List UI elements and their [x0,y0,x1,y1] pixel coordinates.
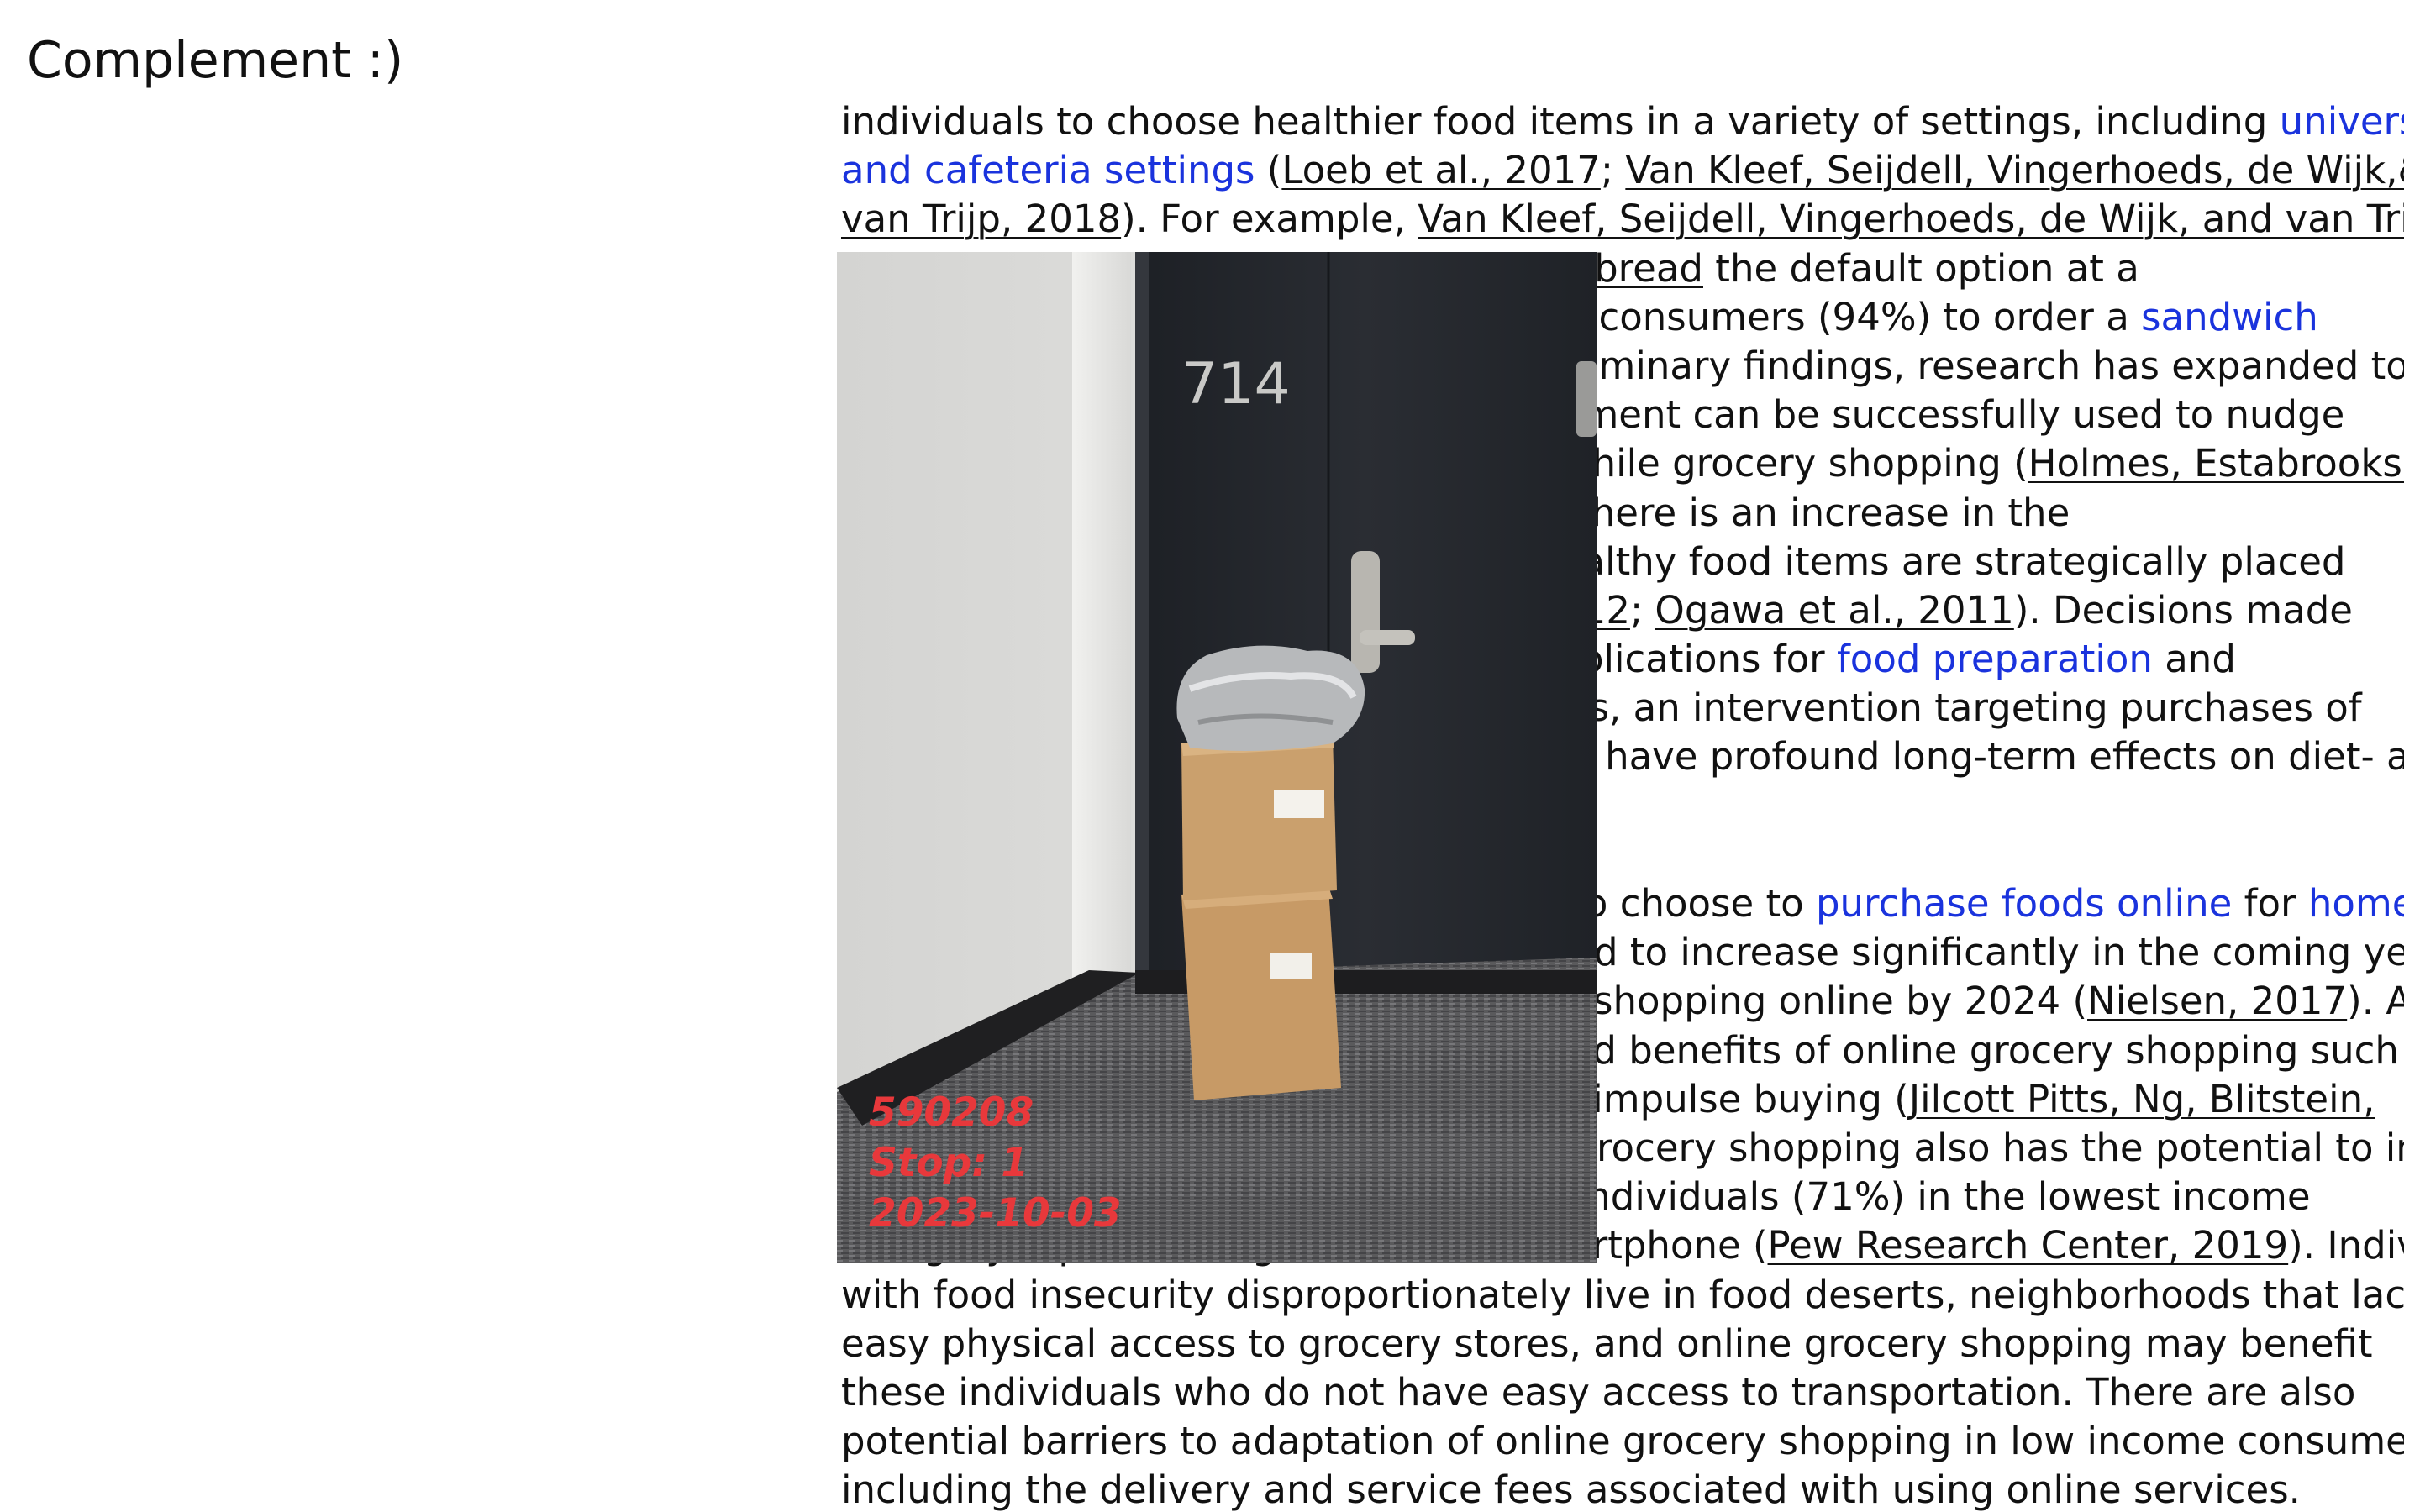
article-line: with food insecurity disproportionately … [841,1271,2404,1320]
article-text: and [2152,637,2236,682]
citation-link[interactable]: Van Kleef, Seijdell, Vingerhoeds, de Wij… [1625,148,2404,192]
article-text: ). A [2347,979,2404,1024]
glossary-link[interactable]: and cafeteria settings [841,148,1255,192]
citation-link[interactable]: van Trijp, 2018 [841,197,1121,241]
glossary-link[interactable]: purchase foods online [1816,881,2232,926]
citation-link[interactable]: Jilcott Pitts, Ng, Blitstein, [1909,1077,2375,1121]
article-text: with food insecurity disproportionately … [841,1272,2404,1317]
glossary-link[interactable]: sandwich [2141,295,2318,339]
citation-link[interactable]: Holmes, Estabrooks, [2028,441,2404,486]
article-text: these individuals who do not have easy a… [841,1369,2356,1415]
photo-stamp-stop: Stop: 1 [869,1140,1028,1186]
citation-link[interactable]: Loeb et al., 2017 [1281,148,1601,192]
article-text: for [2232,881,2308,926]
article-text: potential barriers to adaptation of onli… [841,1419,2404,1464]
photo-stamp-date: 2023-10-03 [869,1190,1122,1236]
article-text: ( [1255,148,1282,193]
article-text: easy physical access to grocery stores, … [841,1320,2373,1366]
citation-link[interactable]: Pew Research Center, 2019 [1768,1223,2289,1268]
page-title: Complement :) [27,31,404,90]
delivery-photo-image: 714 590208 Stop: 1 2023-10-03 [837,252,1597,1263]
article-text: individuals to choose healthier food ite… [841,99,2280,144]
article-line: these individuals who do not have easy a… [841,1368,2404,1417]
citation-link[interactable]: Nielsen, 2017 [2087,979,2347,1023]
delivery-photo: 714 590208 Stop: 1 2023-10-03 [837,252,1597,1263]
glossary-link[interactable]: home delivery [2308,881,2404,926]
article-line: including the delivery and service fees … [841,1466,2404,1512]
article-line: potential barriers to adaptation of onli… [841,1417,2404,1466]
glossary-link[interactable]: food preparation [1837,637,2153,681]
article-text: ). For example, [1121,197,1418,242]
article-line: van Trijp, 2018). For example, Van Kleef… [841,195,2404,244]
article-text: ). Decisions made [2013,587,2353,633]
citation-link[interactable]: Ogawa et al., 2011 [1655,588,2013,633]
article-text: ; [1600,148,1626,193]
article-text: including the delivery and service fees … [841,1467,2301,1512]
citation-link[interactable]: Van Kleef, Seijdell, Vingerhoeds, de Wij… [1418,197,2404,241]
glossary-link[interactable]: university [2280,99,2404,144]
article-line: individuals to choose healthier food ite… [841,97,2404,146]
article-text: the default option at a [1703,245,2139,291]
article-text: ; [1629,587,1655,633]
photo-stamp-id: 590208 [869,1089,1034,1136]
door-number: 714 [1181,351,1291,417]
article-line: easy physical access to grocery stores, … [841,1320,2404,1368]
article-line: and cafeteria settings (Loeb et al., 201… [841,146,2404,195]
article-text: ). Individuals [2288,1223,2404,1268]
